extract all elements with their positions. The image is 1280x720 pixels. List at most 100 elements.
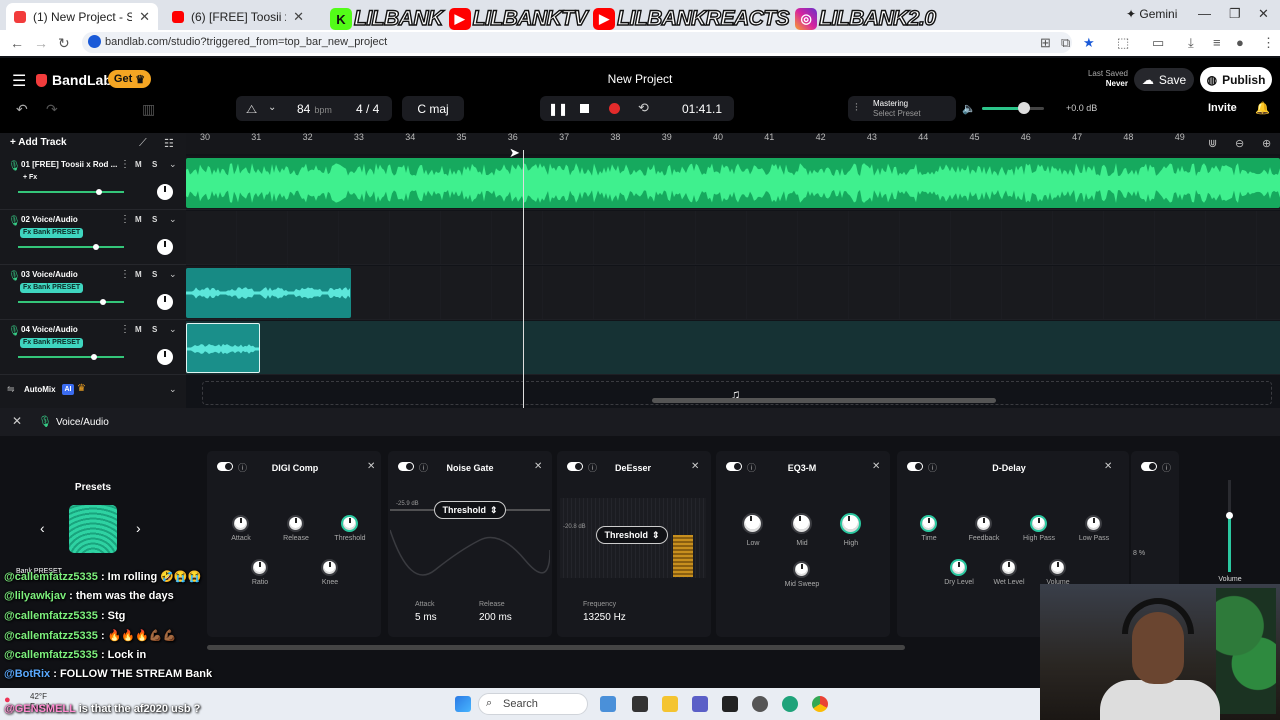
automix-label[interactable]: AutoMix [24, 385, 56, 394]
track-volume-handle[interactable] [99, 299, 106, 305]
ratio-knob[interactable] [251, 559, 268, 576]
magic-wand-icon[interactable]: ⟋ [139, 137, 147, 150]
info-icon[interactable]: ⓘ [1162, 461, 1171, 474]
task-view-icon[interactable] [632, 696, 648, 712]
low-pass-knob[interactable] [1085, 515, 1102, 532]
track-header[interactable]: 🎙 04 Voice/Audio ⋮ M S ⌄ Fx Bank PRESET [0, 321, 186, 375]
url-text[interactable]: bandlab.com/studio?triggered_from=top_ba… [105, 36, 387, 48]
chevron-down-icon[interactable]: ⌄ [169, 214, 177, 225]
chevron-down-icon[interactable]: ⌄ [169, 159, 177, 170]
chevron-left-icon[interactable]: ‹ [40, 520, 45, 536]
track-volume-handle[interactable] [93, 244, 100, 250]
undo-icon[interactable]: ↶ [16, 101, 28, 118]
extensions-icon[interactable]: ⬚ [1117, 35, 1129, 51]
redo-icon[interactable]: ↷ [46, 101, 58, 118]
key-selector[interactable]: C maj [402, 96, 464, 121]
zoom-out-icon[interactable]: ⊖ [1235, 137, 1244, 150]
more-icon[interactable]: ⋮ [120, 159, 130, 170]
mid-sweep-knob[interactable] [793, 561, 810, 578]
low-knob[interactable] [742, 513, 763, 534]
solo-button[interactable]: S [152, 270, 157, 279]
knee-knob[interactable] [321, 559, 338, 576]
get-membership-button[interactable]: Get ♛ [108, 70, 151, 88]
pan-knob[interactable] [157, 294, 173, 310]
mute-button[interactable]: M [135, 160, 142, 169]
effect-toggle[interactable] [1141, 462, 1157, 471]
close-icon[interactable]: ✕ [139, 9, 150, 25]
track-lane[interactable] [186, 321, 1280, 375]
bandlab-logo[interactable]: BandLab [36, 72, 112, 88]
more-icon[interactable]: ⋮ [120, 324, 130, 335]
solo-button[interactable]: S [152, 160, 157, 169]
more-icon[interactable]: ⋮ [120, 214, 130, 225]
attack-value[interactable]: 5 ms [415, 612, 437, 623]
track-header[interactable]: 🎙 01 [FREE] Toosii x Rod ... ⋮ M S ⌄ + F… [0, 156, 186, 210]
remove-effect-icon[interactable]: ✕ [534, 461, 542, 472]
fx-preset-badge[interactable]: Fx Bank PRESET [20, 283, 84, 293]
track-lane[interactable] [186, 266, 1280, 320]
track-volume-handle[interactable] [95, 189, 102, 195]
tab-bandlab-studio[interactable]: (1) New Project - Studio ✕ [6, 3, 158, 30]
gemini-button[interactable]: ✦ Gemini [1126, 7, 1177, 21]
delay-volume-knob[interactable] [1049, 559, 1066, 576]
chevron-down-icon[interactable]: ⌄ [169, 269, 177, 280]
publish-button[interactable]: ◍ Publish [1200, 67, 1272, 92]
track-header[interactable]: 🎙 03 Voice/Audio ⋮ M S ⌄ Fx Bank PRESET [0, 266, 186, 320]
time-signature[interactable]: 4 / 4 [356, 102, 379, 116]
remove-effect-icon[interactable]: ✕ [691, 461, 699, 472]
maximize-icon[interactable]: ❐ [1229, 6, 1241, 22]
save-button[interactable]: ☁ Save [1134, 68, 1194, 91]
forward-icon[interactable]: → [34, 35, 48, 51]
bookmark-star-icon[interactable]: ★ [1083, 35, 1095, 51]
app-icon[interactable]: ⊞ [1040, 35, 1051, 51]
chevron-right-icon[interactable]: › [136, 520, 141, 536]
app-icon[interactable] [782, 696, 798, 712]
mixer-icon[interactable]: ▥ [142, 101, 155, 118]
mute-button[interactable]: M [135, 215, 142, 224]
pan-knob[interactable] [157, 239, 173, 255]
track-name[interactable]: 04 Voice/Audio [21, 325, 121, 334]
effect-toggle[interactable] [567, 462, 583, 471]
preset-thumbnail[interactable] [69, 505, 117, 553]
remove-effect-icon[interactable]: ✕ [872, 461, 880, 472]
chevron-down-icon[interactable]: ⌄ [169, 384, 177, 395]
file-explorer-icon[interactable] [662, 696, 678, 712]
site-info-icon[interactable] [88, 35, 101, 48]
info-icon[interactable]: ⓘ [928, 461, 937, 474]
high-pass-knob[interactable] [1030, 515, 1047, 532]
effect-toggle[interactable] [398, 462, 414, 471]
obs-icon[interactable] [752, 696, 768, 712]
effects-scrollbar[interactable] [207, 645, 905, 650]
chevron-down-icon[interactable]: ⌄ [169, 324, 177, 335]
metronome-icon[interactable]: ⧍ [246, 102, 257, 117]
close-window-icon[interactable]: ✕ [1258, 6, 1269, 22]
media-icon[interactable]: ≡ [1213, 35, 1221, 50]
dry-level-knob[interactable] [950, 559, 967, 576]
track-lane[interactable] [186, 156, 1280, 210]
track-volume-slider[interactable] [18, 301, 124, 303]
track-name[interactable]: 03 Voice/Audio [21, 270, 121, 279]
time-knob[interactable] [920, 515, 937, 532]
add-track-button[interactable]: + Add Track [10, 137, 67, 148]
frequency-value[interactable]: 13250 Hz [583, 612, 626, 623]
audio-clip[interactable] [186, 268, 351, 318]
output-volume-handle[interactable] [1226, 512, 1233, 519]
profile-avatar-icon[interactable]: ● [1236, 35, 1244, 50]
widgets-icon[interactable] [600, 696, 616, 712]
pan-knob[interactable] [157, 349, 173, 365]
track-volume-handle[interactable] [91, 354, 98, 360]
track-volume-slider[interactable] [18, 191, 124, 193]
mute-button[interactable]: M [135, 325, 142, 334]
close-icon[interactable]: ✕ [293, 9, 304, 25]
threshold-handle[interactable]: Threshold ⇕ [596, 526, 668, 544]
hamburger-menu-icon[interactable]: ☰ [12, 71, 26, 91]
effect-toggle[interactable] [217, 462, 233, 471]
attack-knob[interactable] [232, 515, 249, 532]
track-header[interactable]: 🎙 02 Voice/Audio ⋮ M S ⌄ Fx Bank PRESET [0, 211, 186, 265]
remove-effect-icon[interactable]: ✕ [1104, 461, 1112, 472]
minimize-icon[interactable]: — [1198, 6, 1211, 21]
release-knob[interactable] [287, 515, 304, 532]
discord-icon[interactable] [692, 696, 708, 712]
track-name[interactable]: 02 Voice/Audio [21, 215, 121, 224]
tab-youtube[interactable]: (6) [FREE] Toosii x Rod Wave Ty ✕ [164, 3, 312, 30]
